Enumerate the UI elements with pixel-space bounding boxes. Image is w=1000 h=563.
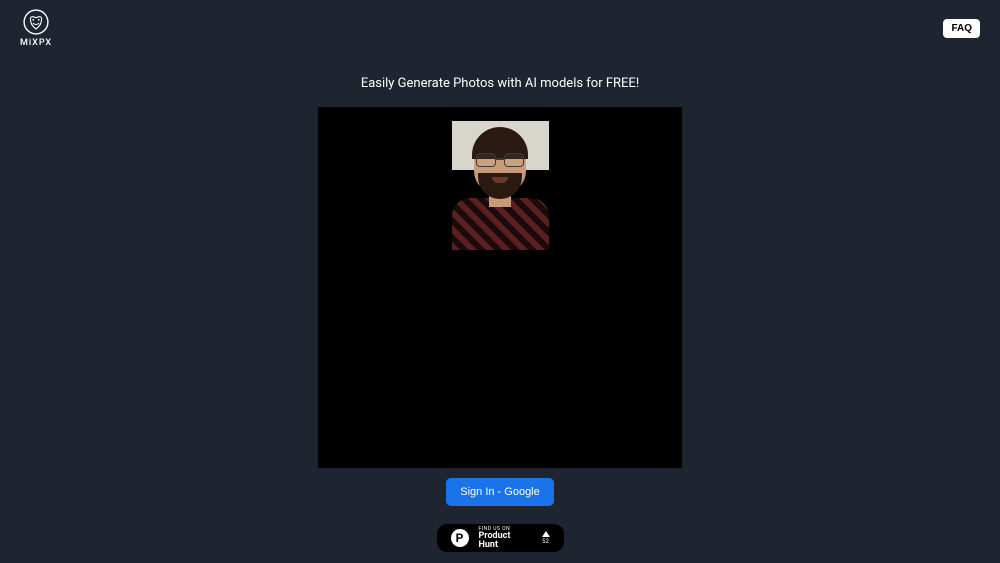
user-photo — [452, 121, 549, 250]
brand-name: MiXPX — [20, 38, 52, 48]
upvote-icon — [542, 531, 550, 537]
main-content: Easily Generate Photos with AI models fo… — [0, 56, 1000, 552]
producthunt-text: FIND US ON Product Hunt — [479, 527, 532, 550]
preview-area — [318, 107, 682, 468]
signin-google-button[interactable]: Sign In - Google — [446, 478, 554, 506]
tagline-text: Easily Generate Photos with AI models fo… — [361, 76, 639, 91]
brand-logo[interactable]: MiXPX — [20, 8, 52, 48]
producthunt-name: Product Hunt — [479, 532, 532, 550]
header: MiXPX FAQ — [0, 0, 1000, 56]
brand-icon — [22, 8, 50, 36]
producthunt-upvote: 52 — [542, 531, 550, 545]
producthunt-icon: P — [451, 529, 469, 547]
faq-button[interactable]: FAQ — [943, 19, 980, 38]
upvote-count: 52 — [542, 538, 549, 545]
producthunt-badge[interactable]: P FIND US ON Product Hunt 52 — [437, 524, 564, 552]
